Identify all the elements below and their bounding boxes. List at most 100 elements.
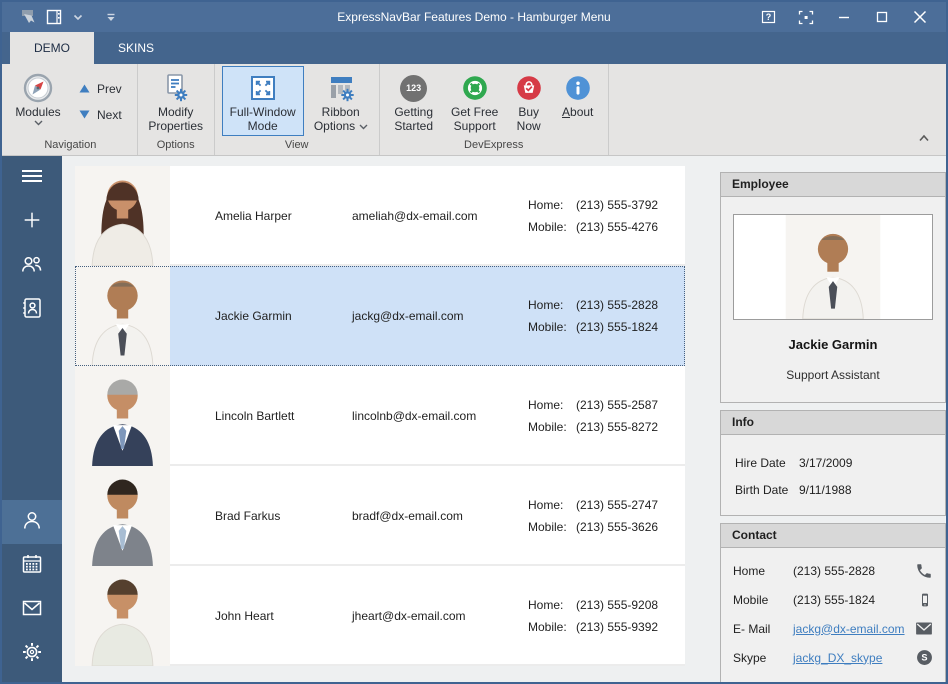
contact-panel-body: Home (213) 555-2828 Mobile (213) 555-1824 E-… [721, 548, 945, 682]
minimize-button[interactable] [826, 4, 862, 30]
next-label: Next [97, 108, 122, 122]
employee-photo [75, 466, 170, 566]
maximize-button[interactable] [864, 4, 900, 30]
group-label-navigation: Navigation [44, 139, 97, 151]
sidebar-item-person[interactable] [2, 500, 62, 544]
modify-properties-button[interactable]: Modify Properties [143, 67, 209, 137]
up-triangle-icon [79, 82, 90, 96]
employee-photo [75, 366, 170, 466]
employee-row[interactable]: Amelia Harper ameliah@dx-email.com Home: (2… [75, 166, 685, 266]
about-button[interactable]: About [553, 67, 603, 137]
envelope-icon[interactable] [911, 621, 933, 636]
sidebar-item-people[interactable] [2, 244, 62, 288]
employee-panel-header: Employee [721, 173, 945, 197]
mobile-icon[interactable] [911, 591, 933, 609]
skype-icon[interactable]: S [911, 649, 933, 666]
chevron-down-icon [34, 120, 43, 126]
qat-customize-icon[interactable] [106, 13, 116, 22]
getting-started-button[interactable]: 123 Getting Started [385, 67, 443, 137]
get-free-support-button[interactable]: Get Free Support [445, 67, 505, 137]
employee-name: Amelia Harper [215, 209, 292, 223]
ribbon-tabs: DEMO SKINS [2, 32, 946, 64]
contact-value: (213) 555-1824 [793, 592, 876, 607]
window-controls: ? [750, 4, 946, 30]
tab-demo[interactable]: DEMO [10, 32, 94, 64]
mobile-phone-value: (213) 555-9392 [576, 620, 659, 634]
contact-label: Mobile [733, 592, 769, 607]
phone-icon[interactable] [911, 562, 933, 580]
employee-row[interactable]: Brad Farkus bradf@dx-email.com Home: (213) … [75, 466, 685, 566]
sidebar-item-calendar[interactable] [2, 544, 62, 588]
contact-link[interactable]: jackg_DX_skype [793, 651, 882, 665]
next-button[interactable]: Next [79, 108, 122, 122]
employee-phones: Home: (213) 555-2747 Mobile: (213) 555-3626 [528, 498, 685, 534]
prev-next-stack: Prev Next [69, 67, 132, 137]
prev-button[interactable]: Prev [79, 82, 122, 96]
modules-button[interactable]: Modules [9, 67, 67, 137]
navbar-window-icon[interactable] [46, 9, 64, 25]
chevron-down-icon[interactable] [73, 14, 83, 21]
mobile-phone-value: (213) 555-1824 [576, 320, 659, 334]
home-phone-label: Home: [528, 298, 564, 312]
employee-photo [75, 566, 170, 666]
group-label-view: View [284, 139, 309, 151]
mobile-phone-label: Mobile: [528, 620, 567, 634]
ribbon-options-label: Ribbon Options [308, 105, 374, 133]
home-phone-label: Home: [528, 198, 564, 212]
sidebar-item-mail[interactable] [2, 588, 62, 632]
tab-skins[interactable]: SKINS [94, 32, 178, 64]
ribbon-options-button[interactable]: Ribbon Options [308, 67, 374, 137]
document-gear-icon [161, 71, 191, 105]
detail-employee-name: Jackie Garmin [788, 337, 878, 352]
info-row: Birth Date 9/11/1988 [735, 483, 931, 497]
home-phone-label: Home: [528, 398, 564, 412]
mobile-phone-label: Mobile: [528, 220, 567, 234]
screen-mode-button[interactable] [788, 4, 824, 30]
employee-phones: Home: (213) 555-2587 Mobile: (213) 555-8272 [528, 398, 685, 434]
home-phone-value: (213) 555-2828 [576, 298, 659, 312]
person-icon [20, 508, 44, 537]
sidebar-item-hamburger[interactable] [2, 156, 62, 200]
contact-label: E- Mail [733, 621, 771, 636]
ribbon-group-view: Full-Window Mode Ribbon Options View [215, 64, 380, 155]
sidebar-item-plus[interactable] [2, 200, 62, 244]
employee-phones: Home: (213) 555-2828 Mobile: (213) 555-1824 [528, 298, 685, 334]
contact-row: Skype jackg_DX_skype S [733, 643, 933, 672]
employee-email: jheart@dx-email.com [352, 609, 466, 623]
svg-text:?: ? [765, 12, 771, 22]
employee-row[interactable]: Jackie Garmin jackg@dx-email.com Home: (213… [75, 266, 685, 366]
mobile-phone-value: (213) 555-3626 [576, 520, 659, 534]
hamburger-icon [19, 165, 45, 192]
close-button[interactable] [902, 4, 938, 30]
employee-row[interactable]: Lincoln Bartlett lincolnb@dx-email.com Hom… [75, 366, 685, 466]
home-phone-label: Home: [528, 598, 564, 612]
home-phone-value: (213) 555-2747 [576, 498, 659, 512]
employee-name: John Heart [215, 609, 274, 623]
help-button[interactable]: ? [750, 4, 786, 30]
full-window-mode-button[interactable]: Full-Window Mode [221, 66, 304, 136]
employee-photo-cell [75, 366, 170, 466]
employee-name: Jackie Garmin [215, 309, 292, 323]
contact-link[interactable]: jackg@dx-email.com [793, 622, 905, 636]
ribbon-group-options: Modify Properties Options [138, 64, 215, 155]
contact-row: E- Mail jackg@dx-email.com [733, 614, 933, 643]
info-panel: Info Hire Date 3/17/2009 Birth Date 9/11/19… [720, 410, 946, 516]
sidebar-item-gear[interactable] [2, 632, 62, 676]
employee-row[interactable]: John Heart jheart@dx-email.com Home: (213) … [75, 566, 685, 666]
down-triangle-icon [79, 108, 90, 122]
contact-label: Home [733, 563, 766, 578]
about-label: About [562, 105, 594, 119]
mobile-phone-label: Mobile: [528, 420, 567, 434]
employee-photo-cell [75, 466, 170, 566]
ribbon-collapse-button[interactable] [918, 129, 930, 147]
titlebar: ExpressNavBar Features Demo - Hamburger … [2, 2, 946, 32]
basket-icon [515, 71, 543, 105]
support-ring-icon [461, 71, 489, 105]
buy-now-button[interactable]: Buy Now [507, 67, 551, 137]
employee-photo-cell [75, 266, 170, 366]
detail-pane: Employee Jackie Garmin Support Assistant… [720, 156, 946, 682]
contact-panel-header: Contact [721, 524, 945, 548]
address-book-icon [20, 296, 44, 325]
sidebar-item-address-book[interactable] [2, 288, 62, 332]
app-pointer-icon [20, 9, 37, 25]
